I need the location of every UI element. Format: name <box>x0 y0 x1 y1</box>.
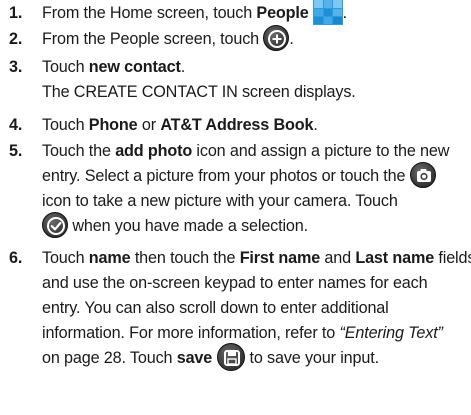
step-number: 5. <box>9 142 23 160</box>
people-tile-icon <box>312 0 343 25</box>
step-text: Touch Phone or AT&T Address Book. <box>42 116 318 134</box>
instruction-page: 1. From the Home screen, touch People. 2… <box>0 0 471 415</box>
step-number: 4. <box>9 116 23 134</box>
last-name-label: Last name <box>355 249 435 267</box>
step-note: The CREATE CONTACT IN screen displays. <box>42 83 356 101</box>
step-text: From the People screen, touch . <box>42 24 294 52</box>
step-number: 2. <box>9 30 23 48</box>
new-contact-label: new contact <box>88 58 181 76</box>
step-text-line: when you have made a selection. <box>42 211 308 239</box>
step-text-line: entry. You can also scroll down to enter… <box>42 299 389 317</box>
step-number: 3. <box>9 58 23 76</box>
people-label: People <box>256 4 309 22</box>
step-text-line: icon to take a new picture with your cam… <box>42 192 398 210</box>
save-label: save <box>176 349 213 367</box>
step-text-line: on page 28. Touch save to save your inpu… <box>42 342 379 371</box>
name-label: name <box>88 249 131 267</box>
step-text-line: Touch name then touch the First name and… <box>42 249 471 267</box>
camera-icon <box>409 161 436 188</box>
step-text-line: and use the on-screen keypad to enter na… <box>42 274 428 292</box>
step-text-line: Touch the add photo icon and assign a pi… <box>42 142 450 160</box>
step-number: 1. <box>9 4 23 22</box>
step-text-line: information. For more information, refer… <box>42 324 443 342</box>
save-disk-icon <box>217 342 246 371</box>
step-text: Touch new contact. <box>42 58 186 76</box>
checkmark-circle-icon <box>42 211 68 238</box>
step-text-line: entry. Select a picture from your photos… <box>42 161 436 189</box>
address-book-label: AT&T Address Book <box>160 116 314 134</box>
step-number: 6. <box>9 249 23 267</box>
add-photo-label: add photo <box>115 142 193 160</box>
step-text: From the Home screen, touch People. <box>42 0 347 26</box>
entering-text-reference: “Entering Text” <box>339 324 443 342</box>
phone-label: Phone <box>88 116 138 134</box>
plus-circle-icon <box>263 24 290 51</box>
first-name-label: First name <box>239 249 321 267</box>
